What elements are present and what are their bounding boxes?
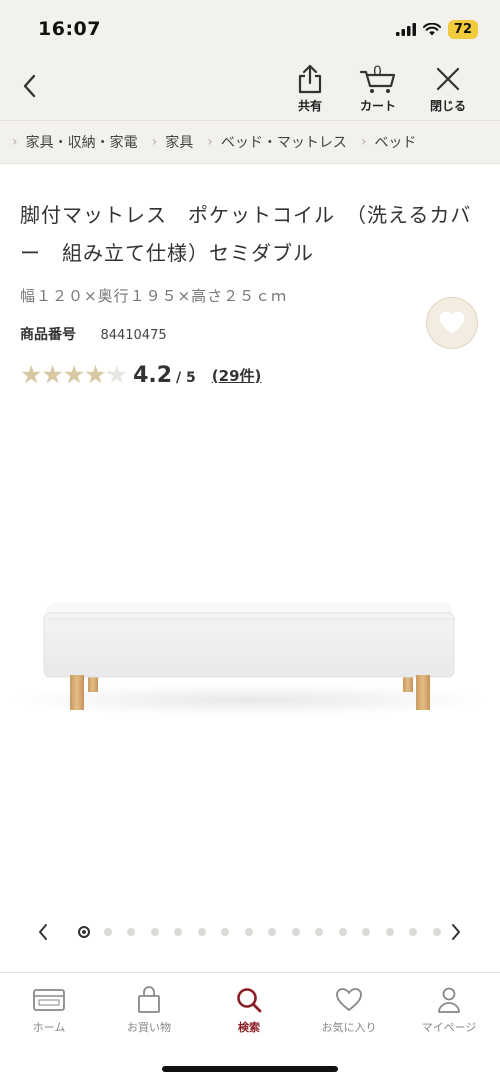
carousel-dot[interactable] bbox=[362, 928, 370, 936]
carousel-dot[interactable] bbox=[268, 928, 276, 936]
share-label: 共有 bbox=[297, 99, 322, 113]
tab-shopping-label: お買い物 bbox=[127, 1021, 171, 1034]
carousel-dot[interactable] bbox=[221, 928, 229, 936]
reviews-link[interactable]: (29件) bbox=[212, 365, 262, 386]
bag-icon bbox=[138, 986, 160, 1013]
breadcrumb: › 家具・収納・家電 › 家具 › ベッド・マットレス › ベッド bbox=[0, 120, 500, 164]
tab-shopping[interactable]: お買い物 bbox=[104, 985, 194, 1035]
chevron-right-icon: › bbox=[207, 134, 213, 150]
product-size: 幅１２０×奥行１９５×高さ２５ｃｍ bbox=[20, 287, 288, 305]
carousel-dot[interactable] bbox=[338, 928, 347, 936]
heart-icon bbox=[336, 988, 362, 1012]
share-button[interactable]: 共有 bbox=[278, 62, 342, 114]
carousel-dot[interactable] bbox=[78, 926, 90, 938]
chevron-right-icon: › bbox=[12, 134, 18, 150]
chevron-right-icon: › bbox=[151, 134, 158, 150]
signal-icon bbox=[395, 23, 416, 36]
carousel-dot[interactable] bbox=[409, 928, 417, 936]
battery-badge: 72 bbox=[447, 20, 478, 39]
carousel-dot[interactable] bbox=[150, 928, 159, 936]
carousel-dot[interactable] bbox=[197, 928, 206, 936]
carousel-dot[interactable] bbox=[244, 928, 253, 936]
heart-icon bbox=[439, 311, 465, 334]
product-number-value: 84410475 bbox=[100, 328, 167, 343]
product-number-label: 商品番号 bbox=[20, 327, 76, 343]
card-icon bbox=[33, 989, 65, 1011]
breadcrumb-item[interactable]: › ベッド・マットレス bbox=[193, 132, 347, 152]
rating-max: / 5 bbox=[176, 370, 196, 386]
status-bar: 16:07 72 bbox=[0, 0, 500, 58]
status-time: 16:07 bbox=[38, 18, 101, 40]
tab-search-label: 検索 bbox=[238, 1021, 260, 1034]
product-number: 商品番号 84410475 bbox=[20, 324, 167, 344]
header-area: 16:07 72 共有 0 カート 閉じる bbox=[0, 0, 500, 120]
chevron-left-icon bbox=[23, 74, 36, 98]
chevron-right-icon bbox=[452, 924, 460, 940]
tab-home-label: ホーム bbox=[32, 1021, 66, 1034]
tab-mypage-label: マイページ bbox=[421, 1021, 477, 1034]
carousel-dot[interactable] bbox=[127, 928, 135, 936]
bottom-tab-bar: ホーム お買い物 検索 お気に入り マイページ bbox=[0, 972, 500, 1080]
search-icon bbox=[237, 988, 262, 1013]
product-title-block: 脚付マットレス ポケットコイル （洗えるカバー 組み立て仕様）セミダブル bbox=[20, 196, 480, 272]
person-icon bbox=[438, 987, 460, 1013]
tab-favorites-label: お気に入り bbox=[321, 1021, 377, 1034]
rating-score: 4.2 bbox=[133, 362, 173, 388]
product-title: 脚付マットレス ポケットコイル （洗えるカバー 組み立て仕様）セミダブル bbox=[20, 203, 472, 265]
tab-favorites[interactable]: お気に入り bbox=[304, 985, 394, 1035]
image-carousel-nav bbox=[0, 915, 500, 949]
tab-search[interactable]: 検索 bbox=[204, 985, 294, 1035]
carousel-dot[interactable] bbox=[174, 928, 182, 936]
breadcrumb-item[interactable]: › 家具・収納・家電 bbox=[0, 132, 138, 152]
cart-label: カート bbox=[359, 99, 396, 113]
rating-row: ★★★★★ ★★★★★ 4.2 / 5 (29件) bbox=[20, 360, 261, 390]
home-indicator bbox=[162, 1066, 338, 1072]
product-image[interactable] bbox=[0, 405, 500, 910]
rating-stars-fill: ★★★★★ bbox=[20, 360, 110, 389]
breadcrumb-item[interactable]: › ベッド bbox=[347, 132, 417, 152]
share-icon bbox=[298, 64, 322, 94]
tab-home[interactable]: ホーム bbox=[4, 985, 94, 1035]
cart-count: 0 bbox=[373, 64, 382, 80]
chevron-left-icon bbox=[39, 924, 47, 940]
carousel-prev-button[interactable] bbox=[31, 920, 55, 944]
tab-mypage[interactable]: マイページ bbox=[404, 985, 494, 1035]
wifi-icon bbox=[422, 23, 441, 36]
rating-stars: ★★★★★ ★★★★★ bbox=[20, 360, 128, 390]
close-label: 閉じる bbox=[429, 99, 466, 113]
carousel-dot[interactable] bbox=[291, 928, 300, 936]
carousel-next-button[interactable] bbox=[444, 920, 468, 944]
mattress-image bbox=[10, 603, 490, 716]
nav-bar: 共有 0 カート 閉じる bbox=[0, 58, 500, 120]
cart-button[interactable]: 0 カート bbox=[346, 62, 410, 114]
close-icon bbox=[436, 67, 460, 91]
close-button[interactable]: 閉じる bbox=[416, 62, 480, 114]
carousel-dot[interactable] bbox=[315, 928, 323, 936]
chevron-right-icon: › bbox=[360, 134, 367, 150]
breadcrumb-item[interactable]: › 家具 bbox=[138, 132, 194, 152]
favorite-button[interactable] bbox=[426, 297, 478, 349]
carousel-dot[interactable] bbox=[385, 928, 394, 936]
status-icons: 72 bbox=[395, 20, 478, 39]
carousel-dot[interactable] bbox=[103, 928, 112, 936]
back-button[interactable] bbox=[14, 70, 46, 102]
carousel-dot[interactable] bbox=[432, 928, 441, 936]
